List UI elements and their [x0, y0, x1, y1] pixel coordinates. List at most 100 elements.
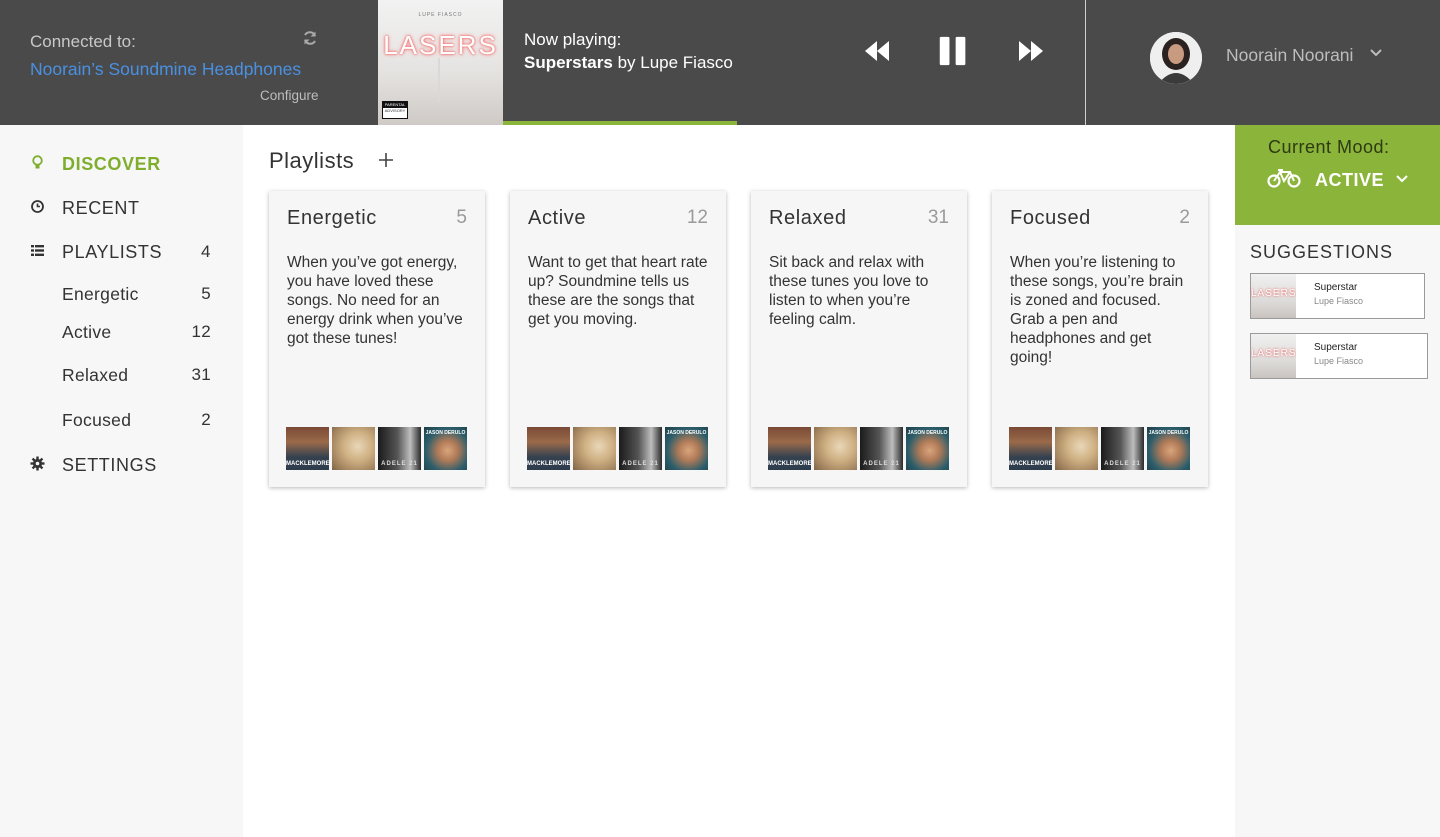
card-count: 12: [686, 207, 708, 228]
connected-device-link[interactable]: Noorain’s Soundmine Headphones: [30, 59, 310, 80]
album-thumb: JASON DERULO: [665, 427, 708, 470]
clock-icon: [31, 200, 44, 213]
lightbulb-icon: [32, 155, 43, 169]
sidebar-item-settings[interactable]: SETTINGS: [30, 453, 215, 479]
list-icon: [31, 245, 44, 256]
album-thumb: [814, 427, 857, 470]
album-wire: [438, 58, 440, 103]
album-thumb: MACKLEMORE: [527, 427, 570, 470]
suggestion-artist: Lupe Fiasco: [1314, 296, 1364, 306]
avatar[interactable]: [1150, 32, 1202, 84]
current-mood-selector[interactable]: Current Mood: ACTIVE: [1235, 125, 1440, 225]
refresh-icon[interactable]: [302, 30, 318, 46]
album-thumb: MACKLEMORE: [286, 427, 329, 470]
now-playing-track: Superstars by Lupe Fiasco: [524, 53, 733, 73]
suggestion-item[interactable]: LASERS Superstar Lupe Fiasco: [1250, 273, 1425, 319]
album-thumb: ADELE 21: [619, 427, 662, 470]
card-count: 31: [927, 207, 949, 228]
card-count: 2: [1179, 207, 1190, 228]
connected-to-label: Connected to:: [30, 32, 136, 51]
track-title: Superstars: [524, 53, 613, 72]
parental-advisory-icon: PARENTAL ADVISORY: [382, 101, 408, 119]
card-album-thumbs: MACKLEMORE ADELE 21 JASON DERULO: [286, 427, 469, 471]
sidebar-item-playlists[interactable]: PLAYLISTS 4: [30, 240, 215, 266]
suggestion-title: Superstar: [1314, 282, 1358, 293]
chevron-down-icon: [1396, 175, 1408, 183]
subitem-label: Relaxed: [62, 365, 129, 385]
subitem-label: Focused: [62, 410, 132, 430]
sidebar-label-discover: DISCOVER: [62, 154, 161, 174]
suggestions-title: SUGGESTIONS: [1250, 242, 1394, 262]
card-description: When you’ve got energy, you have loved t…: [287, 254, 463, 347]
card-title: Relaxed: [769, 207, 847, 229]
current-mood-label: Current Mood:: [1268, 137, 1390, 157]
sidebar-label-settings: SETTINGS: [62, 455, 157, 475]
subitem-label: Active: [62, 322, 112, 342]
sidebar-count-playlists: 4: [200, 242, 211, 261]
sidebar-subitem-focused[interactable]: Focused 2: [62, 410, 215, 434]
album-thumb: ADELE 21: [378, 427, 421, 470]
sidebar: DISCOVER RECENT PLAYLISTS 4 Energetic 5 …: [0, 125, 243, 837]
sidebar-label-playlists: PLAYLISTS: [62, 242, 163, 262]
sidebar-label-recent: RECENT: [62, 198, 140, 218]
card-description: When you’re listening to these songs, yo…: [1010, 254, 1184, 366]
subitem-count: 5: [201, 284, 211, 303]
chevron-down-icon[interactable]: [1370, 48, 1382, 58]
page-title: Playlists: [269, 148, 355, 173]
card-album-thumbs: MACKLEMORE ADELE 21 JASON DERULO: [768, 427, 951, 471]
playlist-card-energetic[interactable]: Energetic 5 When you’ve got energy, you …: [269, 191, 485, 487]
sidebar-subitem-active[interactable]: Active 12: [62, 322, 215, 346]
card-title: Active: [528, 207, 587, 229]
track-artist: by Lupe Fiasco: [617, 53, 733, 72]
card-album-thumbs: MACKLEMORE ADELE 21 JASON DERULO: [1009, 427, 1192, 471]
pause-icon[interactable]: [936, 36, 970, 66]
album-thumb: MACKLEMORE: [768, 427, 811, 470]
album-thumb: ADELE 21: [1101, 427, 1144, 470]
card-title: Energetic: [287, 207, 377, 229]
card-description: Want to get that heart rate up? Soundmin…: [528, 254, 708, 328]
album-title: LASERS: [383, 30, 498, 60]
album-thumb: JASON DERULO: [906, 427, 949, 470]
album-thumb: MACKLEMORE: [1009, 427, 1052, 470]
configure-link[interactable]: Configure: [260, 88, 319, 103]
suggestion-artist: Lupe Fiasco: [1314, 356, 1364, 366]
album-thumb: ADELE 21: [860, 427, 903, 470]
subitem-count: 2: [201, 410, 211, 429]
card-count: 5: [456, 207, 467, 228]
suggestion-album-art: LASERS: [1251, 274, 1296, 318]
playback-progress-bar[interactable]: [503, 121, 737, 125]
album-thumb: [573, 427, 616, 470]
sidebar-subitem-relaxed[interactable]: Relaxed 31: [62, 365, 215, 389]
user-name[interactable]: Noorain Noorani: [1226, 45, 1353, 66]
gear-icon: [30, 456, 45, 471]
playlist-card-focused[interactable]: Focused 2 When you’re listening to these…: [992, 191, 1208, 487]
add-playlist-icon[interactable]: [376, 150, 396, 170]
fast-forward-icon[interactable]: [1016, 36, 1046, 66]
suggestion-album-art: LASERS: [1251, 334, 1296, 378]
current-mood-value: ACTIVE: [1315, 170, 1385, 190]
sidebar-item-discover[interactable]: DISCOVER: [30, 152, 215, 178]
card-description: Sit back and relax with these tunes you …: [769, 254, 929, 328]
right-panel: Current Mood: ACTIVE SUGGESTIONS LASERS …: [1235, 125, 1440, 837]
card-album-thumbs: MACKLEMORE ADELE 21 JASON DERULO: [527, 427, 710, 471]
bicycle-icon: [1267, 169, 1301, 188]
now-playing-label: Now playing:: [524, 30, 622, 49]
suggestion-item[interactable]: LASERS Superstar Lupe Fiasco: [1250, 333, 1428, 379]
rewind-icon[interactable]: [862, 36, 892, 66]
top-bar: Connected to: Noorain’s Soundmine Headph…: [0, 0, 1440, 125]
subitem-count: 12: [191, 322, 211, 341]
topbar-divider: [1085, 0, 1086, 125]
playlist-card-relaxed[interactable]: Relaxed 31 Sit back and relax with these…: [751, 191, 967, 487]
album-art: LUPE FIASCO LASERS PARENTAL ADVISORY: [378, 0, 503, 125]
playlist-card-active[interactable]: Active 12 Want to get that heart rate up…: [510, 191, 726, 487]
sidebar-item-recent[interactable]: RECENT: [30, 196, 215, 222]
subitem-count: 31: [191, 365, 211, 384]
album-artist-small: LUPE FIASCO: [418, 12, 463, 18]
card-title: Focused: [1010, 207, 1091, 229]
sidebar-subitem-energetic[interactable]: Energetic 5: [62, 284, 215, 308]
album-thumb: JASON DERULO: [1147, 427, 1190, 470]
subitem-label: Energetic: [62, 284, 139, 304]
user-avatar-image: [1150, 32, 1202, 84]
album-thumb: [332, 427, 375, 470]
album-thumb: [1055, 427, 1098, 470]
